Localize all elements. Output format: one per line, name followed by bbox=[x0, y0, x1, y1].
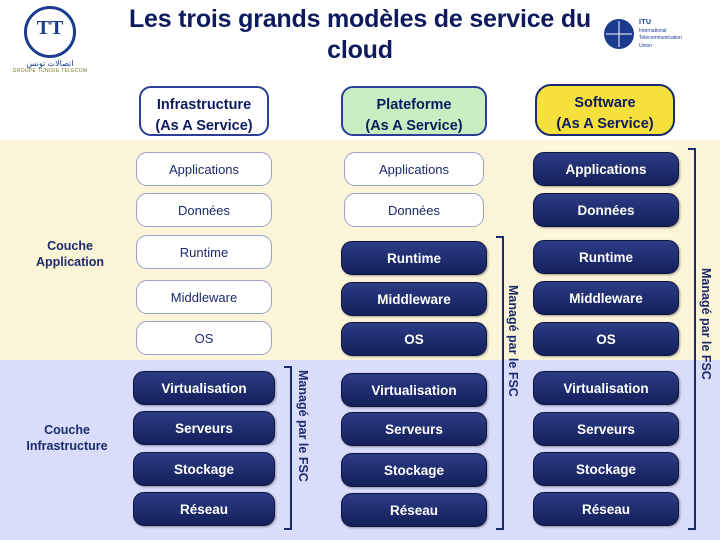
column-header-software-title: Software bbox=[574, 95, 636, 111]
saas-row-reseau: Réseau bbox=[533, 492, 679, 526]
slide-title: Les trois grands modèles de service du c… bbox=[128, 5, 592, 65]
tunisie-telecom-logo: اتصالات تونس GROUPE TUNISIE TELECOM bbox=[4, 4, 96, 74]
paas-row-middleware: Middleware bbox=[341, 282, 487, 316]
itu-line-1: International bbox=[639, 28, 667, 35]
column-header-infrastructure: Infrastructure (As A Service) bbox=[139, 86, 269, 136]
layer-label-infrastructure: Couche Infrastructure bbox=[2, 422, 132, 455]
saas-row-runtime: Runtime bbox=[533, 240, 679, 274]
managed-label-saas: Managé par le FSC bbox=[699, 268, 713, 380]
saas-row-stockage: Stockage bbox=[533, 452, 679, 486]
bracket-saas bbox=[688, 148, 696, 530]
column-header-software: Software (As A Service) bbox=[535, 84, 675, 136]
column-header-software-subtitle: (As A Service) bbox=[556, 116, 654, 133]
column-header-plateforme: Plateforme (As A Service) bbox=[341, 86, 487, 136]
saas-row-applications: Applications bbox=[533, 152, 679, 186]
itu-logo-text: ITU International Telecommunication Unio… bbox=[639, 18, 682, 50]
saas-row-donnees: Données bbox=[533, 193, 679, 227]
tt-arabic-text: اتصالات تونس bbox=[26, 59, 74, 68]
tt-subtitle: GROUPE TUNISIE TELECOM bbox=[12, 68, 88, 74]
itu-acronym: ITU bbox=[639, 19, 652, 27]
paas-row-runtime: Runtime bbox=[341, 241, 487, 275]
paas-row-stockage: Stockage bbox=[341, 453, 487, 487]
saas-row-middleware: Middleware bbox=[533, 281, 679, 315]
iaas-row-stockage: Stockage bbox=[133, 452, 275, 486]
managed-label-iaas: Managé par le FSC bbox=[296, 370, 310, 482]
layer-label-application-line1: Couche bbox=[47, 239, 93, 253]
paas-row-serveurs: Serveurs bbox=[341, 412, 487, 446]
paas-row-virtualisation: Virtualisation bbox=[341, 373, 487, 407]
iaas-row-serveurs: Serveurs bbox=[133, 411, 275, 445]
iaas-row-virtualisation: Virtualisation bbox=[133, 371, 275, 405]
column-header-plateforme-subtitle: (As A Service) bbox=[365, 118, 463, 135]
saas-row-serveurs: Serveurs bbox=[533, 412, 679, 446]
tt-mark-icon bbox=[24, 6, 76, 58]
itu-line-3: Union bbox=[639, 42, 653, 49]
itu-logo: ITU International Telecommunication Unio… bbox=[604, 6, 714, 62]
column-header-plateforme-title: Plateforme bbox=[376, 97, 452, 113]
bracket-iaas bbox=[284, 366, 292, 530]
layer-label-infrastructure-line2: Infrastructure bbox=[26, 439, 108, 454]
paas-row-reseau: Réseau bbox=[341, 493, 487, 527]
iaas-row-runtime: Runtime bbox=[136, 235, 272, 269]
saas-row-os: OS bbox=[533, 322, 679, 356]
iaas-row-donnees: Données bbox=[136, 193, 272, 227]
bracket-paas bbox=[496, 236, 504, 530]
iaas-row-reseau: Réseau bbox=[133, 492, 275, 526]
iaas-row-os: OS bbox=[136, 321, 272, 355]
iaas-row-middleware: Middleware bbox=[136, 280, 272, 314]
column-header-infrastructure-title: Infrastructure bbox=[156, 97, 252, 113]
paas-row-os: OS bbox=[341, 322, 487, 356]
paas-row-applications: Applications bbox=[344, 152, 484, 186]
iaas-row-applications: Applications bbox=[136, 152, 272, 186]
column-header-infrastructure-subtitle: (As A Service) bbox=[155, 118, 253, 135]
managed-label-paas: Managé par le FSC bbox=[506, 285, 520, 397]
paas-row-donnees: Données bbox=[344, 193, 484, 227]
layer-label-infrastructure-line1: Couche bbox=[44, 423, 90, 437]
saas-row-virtualisation: Virtualisation bbox=[533, 371, 679, 405]
layer-label-application: Couche Application bbox=[10, 238, 130, 271]
itu-line-2: Telecommunication bbox=[639, 35, 682, 42]
layer-label-application-line2: Application bbox=[35, 255, 105, 270]
